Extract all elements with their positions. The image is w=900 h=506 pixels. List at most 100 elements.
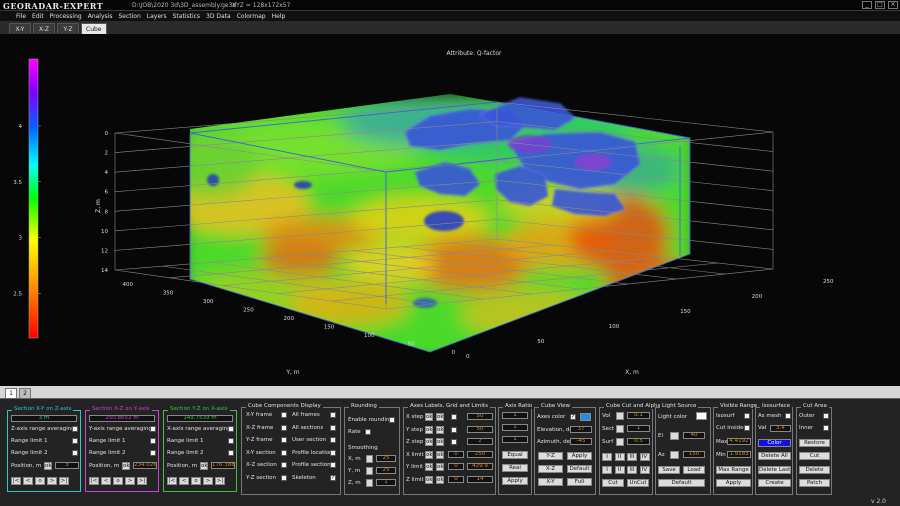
sec_xy-range-avg-checkbox[interactable] (72, 426, 78, 432)
sec_xy-nav-button[interactable]: |< (11, 477, 21, 485)
axes-ok-button[interactable]: ok (425, 450, 433, 459)
light-az-input[interactable]: 150 (683, 451, 705, 458)
menu-3d-data[interactable]: 3D Data (206, 13, 231, 20)
max-input[interactable]: 4.4192 (727, 438, 751, 445)
sec_xz-nav-button[interactable]: > (125, 477, 135, 485)
sec_xy-nav-button[interactable]: < (23, 477, 33, 485)
axes-value-input[interactable]: 2 (467, 438, 493, 445)
sec_yz-nav-button[interactable]: |< (167, 477, 177, 485)
sec_xz-nav-button[interactable]: >| (137, 477, 147, 485)
comp-right-checkbox[interactable] (330, 474, 336, 481)
axis-ratio-input[interactable]: 1 (502, 436, 528, 443)
elevation-input[interactable]: 37 (570, 426, 592, 433)
isosurf-checkbox[interactable] (744, 413, 750, 419)
cut-quadrant-button[interactable]: IV (639, 453, 650, 461)
axes-color-checkbox[interactable] (570, 414, 576, 420)
sec_yz-range-avg-checkbox[interactable] (228, 426, 234, 432)
max-range-button[interactable]: Max Range (716, 466, 751, 474)
comp-left-checkbox[interactable] (281, 449, 287, 456)
sec_xy-position-input[interactable]: 3 (55, 462, 79, 469)
menu-analysis[interactable]: Analysis (88, 13, 113, 20)
delete-all-button[interactable]: Delete All (758, 452, 791, 460)
light-color-swatch[interactable] (696, 412, 707, 420)
menu-file[interactable]: File (16, 13, 26, 20)
axes-ok-button[interactable]: ok (436, 450, 444, 459)
light-load-button[interactable]: Load (683, 466, 705, 474)
visible-range-apply-button[interactable]: Apply (716, 479, 751, 487)
axes-ok-button[interactable]: ok (425, 475, 433, 484)
iso-color-button[interactable]: Color (758, 439, 791, 447)
axes-limit-min-input[interactable]: 0 (448, 463, 464, 470)
patch-button[interactable]: Patch (799, 479, 830, 487)
uncut-button[interactable]: UnCut (627, 479, 649, 487)
ratio-equal-button[interactable]: Equal (502, 451, 528, 459)
cut-quadrant-button[interactable]: III (627, 466, 637, 474)
sec_xy-nav-button[interactable]: >| (59, 477, 69, 485)
comp-right-checkbox[interactable] (330, 412, 336, 418)
axes-limit-min-input[interactable]: 0 (448, 475, 464, 483)
cube-view-button[interactable]: Apply (567, 452, 592, 460)
sec_xy-limit1-checkbox[interactable] (72, 438, 78, 444)
comp-left-checkbox[interactable] (281, 437, 287, 443)
light-el-ok-button[interactable] (670, 432, 679, 440)
cube-view-button[interactable]: X-Z (538, 465, 563, 473)
delete-last-button[interactable]: Delete Last (758, 466, 791, 474)
smooth-x-input[interactable]: 25 (376, 455, 396, 462)
axes-limit-min-input[interactable]: 0 (448, 450, 464, 458)
comp-right-checkbox[interactable] (330, 449, 336, 456)
sec_yz-position-input[interactable]: 176.388 (211, 462, 235, 469)
light-az-ok-button[interactable] (670, 451, 679, 459)
axes-ok-button[interactable]: ok (436, 463, 444, 471)
cube-view-button[interactable]: Y-Z (538, 452, 563, 460)
cut-area-button[interactable]: Cut (799, 452, 830, 460)
menu-processing[interactable]: Processing (50, 13, 82, 20)
cube-view-button[interactable]: X-Y (538, 478, 563, 486)
axes-ok-button[interactable]: ok (436, 438, 444, 446)
minimize-icon[interactable]: _ (862, 1, 872, 9)
menu-colormap[interactable]: Colormap (237, 13, 266, 20)
axes-value-input[interactable]: 50 (467, 413, 493, 420)
sec_yz-nav-button[interactable]: > (203, 477, 213, 485)
ratio-apply-button[interactable]: Apply (502, 477, 528, 485)
axes-ok-button[interactable]: ok (436, 425, 444, 434)
axes-grid-checkbox[interactable] (451, 426, 457, 433)
cut-quadrant-button[interactable]: II (614, 453, 625, 461)
menu-help[interactable]: Help (272, 13, 286, 20)
sec_yz-nav-button[interactable]: < (179, 477, 189, 485)
sec_xy-value[interactable]: 3 m (11, 415, 77, 422)
tab-cube[interactable]: Cube (81, 23, 107, 34)
sec_xy-nav-button[interactable]: > (47, 477, 57, 485)
axes-ok-button[interactable]: ok (425, 413, 433, 421)
smooth-z-input[interactable]: 1 (376, 479, 396, 486)
tab-y-z[interactable]: Y-Z (57, 23, 79, 34)
min-input[interactable]: 1.9183 (727, 451, 751, 458)
cut-quadrant-button[interactable]: II (614, 466, 625, 474)
light-default-button[interactable]: Default (658, 479, 705, 487)
sec_xy-ok-button[interactable]: ok (44, 462, 52, 470)
tab-x-z[interactable]: X-Z (33, 23, 55, 34)
axes-value-input[interactable]: 429.9 (467, 463, 493, 470)
comp-right-checkbox[interactable] (330, 437, 336, 443)
comp-left-checkbox[interactable] (281, 462, 287, 468)
axes-ok-button[interactable]: ok (436, 475, 444, 484)
surf-ok-button[interactable] (616, 438, 624, 446)
light-el-input[interactable]: 40 (683, 432, 705, 439)
axes-ok-button[interactable]: ok (425, 463, 433, 471)
smooth-x-ok-button[interactable] (366, 455, 373, 463)
cut-quadrant-button[interactable]: IV (639, 466, 650, 474)
cube-view-button[interactable]: Default (567, 465, 592, 473)
comp-right-checkbox[interactable] (330, 424, 336, 431)
axes-grid-checkbox[interactable] (451, 439, 457, 445)
sec_xz-range-avg-checkbox[interactable] (150, 426, 156, 432)
smooth-z-ok-button[interactable] (366, 479, 373, 487)
comp-left-checkbox[interactable] (281, 474, 287, 481)
3d-viewport[interactable]: Attribute: Q-factor 4 3.5 3 2.5 0 2 4 6 8 10 12 14 Z,… (0, 34, 900, 386)
vol-ok-button[interactable] (616, 412, 624, 420)
menu-statistics[interactable]: Statistics (173, 13, 200, 20)
azimuth-input[interactable]: -45 (570, 438, 592, 445)
restore-button[interactable]: Restore (799, 439, 830, 447)
cube-plot[interactable]: Attribute: Q-factor 4 3.5 3 2.5 0 2 4 6 8 10 12 14 Z,… (0, 34, 900, 386)
cut-button[interactable]: Cut (602, 479, 624, 487)
sect-ok-button[interactable] (616, 425, 624, 433)
close-icon[interactable]: × (888, 1, 898, 9)
